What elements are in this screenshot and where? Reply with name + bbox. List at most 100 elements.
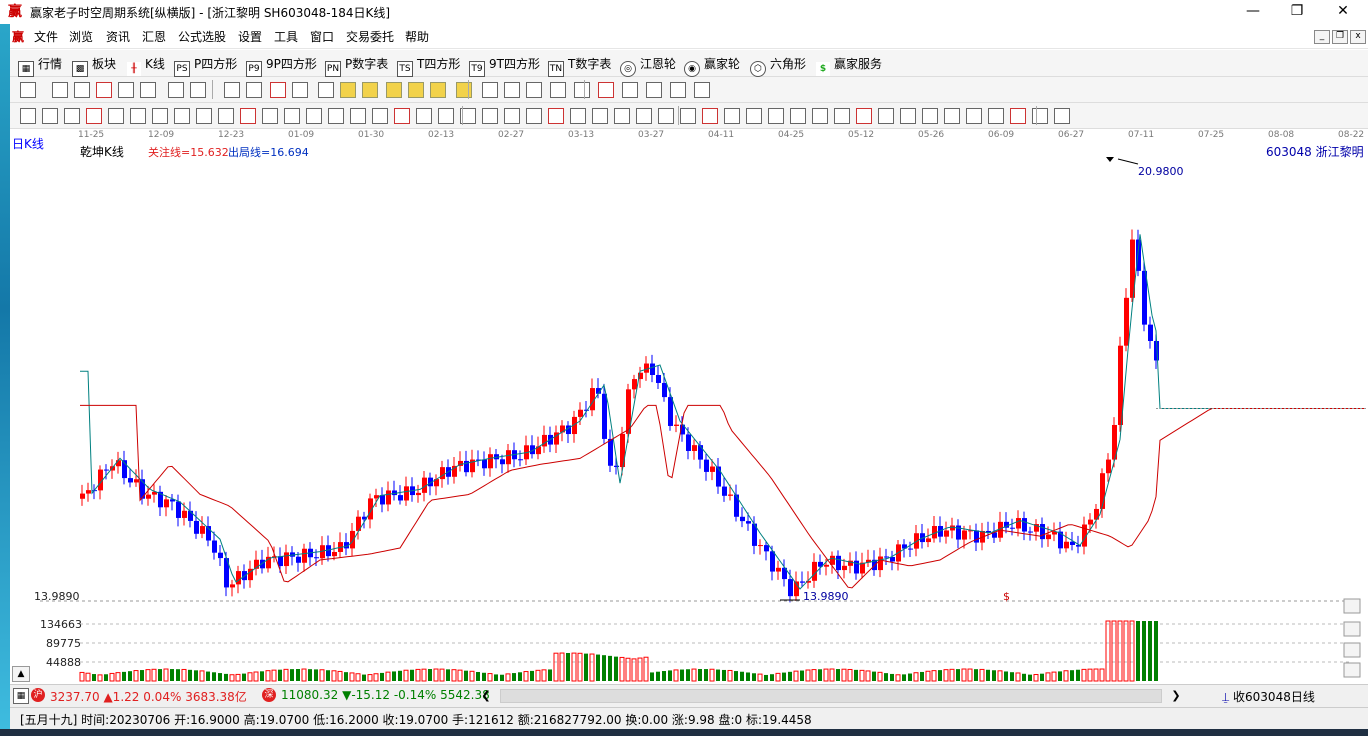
calendar-icon[interactable] xyxy=(574,82,590,98)
diamond-right-icon[interactable] xyxy=(408,82,424,98)
bar-icon[interactable] xyxy=(118,82,134,98)
zoom-icon[interactable] xyxy=(52,82,68,98)
restore-button[interactable]: ❐ xyxy=(1274,0,1320,24)
tool-34-icon[interactable] xyxy=(768,108,784,124)
tool-13-icon[interactable] xyxy=(306,108,322,124)
tool-27-icon[interactable] xyxy=(614,108,630,124)
toolbar-winner-wheel[interactable]: ◉ 赢家轮 xyxy=(684,55,740,77)
tool-6-icon[interactable] xyxy=(152,108,168,124)
select-icon[interactable] xyxy=(140,82,156,98)
period-label[interactable]: 日K线 xyxy=(12,135,44,152)
toolbar-t-square[interactable]: TS T四方形 xyxy=(397,55,460,77)
tool-39-icon[interactable] xyxy=(878,108,894,124)
tool-17-icon[interactable] xyxy=(394,108,410,124)
tool-26-icon[interactable] xyxy=(592,108,608,124)
toolbar-p-table[interactable]: PN P数字表 xyxy=(325,55,388,77)
scroll-right-icon[interactable]: ❯ xyxy=(1170,689,1182,702)
chart-type-icon[interactable] xyxy=(20,82,36,98)
tool-31-icon[interactable] xyxy=(702,108,718,124)
tool-32-icon[interactable] xyxy=(724,108,740,124)
tool-8-icon[interactable] xyxy=(196,108,212,124)
tool-22-icon[interactable] xyxy=(504,108,520,124)
tag-icon[interactable] xyxy=(526,82,542,98)
toolbar-hexagon[interactable]: ⬡ 六角形 xyxy=(750,55,806,77)
close-button[interactable]: ✕ xyxy=(1320,0,1366,24)
menu-browse[interactable]: 浏览 xyxy=(69,28,93,45)
tool-21-icon[interactable] xyxy=(482,108,498,124)
tool-16-icon[interactable] xyxy=(372,108,388,124)
hand-icon[interactable] xyxy=(456,82,472,98)
export-icon[interactable] xyxy=(694,82,710,98)
diamond-down-icon[interactable] xyxy=(362,82,378,98)
tool-0-icon[interactable] xyxy=(20,108,36,124)
save-icon[interactable] xyxy=(646,82,662,98)
toolbar-gann-wheel[interactable]: ◎ 江恩轮 xyxy=(620,55,676,77)
tool-18-icon[interactable] xyxy=(416,108,432,124)
calc-icon[interactable] xyxy=(598,82,614,98)
tool-36-icon[interactable] xyxy=(812,108,828,124)
document-icon[interactable] xyxy=(74,82,90,98)
menu-tools[interactable]: 工具 xyxy=(274,28,298,45)
mdi-close-button[interactable]: x xyxy=(1350,30,1366,44)
scroll-up-icon[interactable]: ▲ xyxy=(12,666,30,682)
tool-4-icon[interactable] xyxy=(108,108,124,124)
tool-25-icon[interactable] xyxy=(570,108,586,124)
toolbar-9t-square[interactable]: T9 9T四方形 xyxy=(469,55,540,77)
toolbar-winner-service[interactable]: $ 赢家服务 xyxy=(816,55,882,76)
tool-12-icon[interactable] xyxy=(284,108,300,124)
tool-47-icon[interactable] xyxy=(1054,108,1070,124)
current-period[interactable]: ⍊ 收603048日线 xyxy=(1222,688,1315,705)
tool-3-icon[interactable] xyxy=(86,108,102,124)
candle-icon[interactable] xyxy=(96,82,112,98)
toolbar-t-table[interactable]: TN T数字表 xyxy=(548,55,611,77)
tool-37-icon[interactable] xyxy=(834,108,850,124)
compare-icon[interactable] xyxy=(504,82,520,98)
tool-43-icon[interactable] xyxy=(966,108,982,124)
minimize-button[interactable]: — xyxy=(1230,0,1276,24)
first-icon[interactable] xyxy=(224,82,240,98)
menu-window[interactable]: 窗口 xyxy=(310,28,334,45)
tool-10-icon[interactable] xyxy=(240,108,256,124)
tool-30-icon[interactable] xyxy=(680,108,696,124)
tool-35-icon[interactable] xyxy=(790,108,806,124)
toolbar-quotes[interactable]: ▦ 行情 xyxy=(18,55,62,77)
toolbar-p-square[interactable]: PS P四方形 xyxy=(174,55,237,77)
tool-40-icon[interactable] xyxy=(900,108,916,124)
print-icon[interactable] xyxy=(622,82,638,98)
tool-42-icon[interactable] xyxy=(944,108,960,124)
menu-help[interactable]: 帮助 xyxy=(405,28,429,45)
last-icon[interactable] xyxy=(246,82,262,98)
next-icon[interactable] xyxy=(292,82,308,98)
diamond-left-icon[interactable] xyxy=(386,82,402,98)
crosshair-icon[interactable] xyxy=(482,82,498,98)
mdi-restore-button[interactable]: ❐ xyxy=(1332,30,1348,44)
tool-23-icon[interactable] xyxy=(526,108,542,124)
menu-file[interactable]: 文件 xyxy=(34,28,58,45)
tool-45-icon[interactable] xyxy=(1010,108,1026,124)
sh-index[interactable]: 3237.70 ▲1.22 0.04% 3683.38亿 xyxy=(50,688,247,705)
chart-area[interactable] xyxy=(10,129,1368,682)
table-icon[interactable]: ▦ xyxy=(13,688,29,704)
copy-icon[interactable] xyxy=(670,82,686,98)
horizontal-scrollbar[interactable] xyxy=(500,689,1162,703)
diamond-up-icon[interactable] xyxy=(318,82,334,98)
menu-huien[interactable]: 汇恩 xyxy=(142,28,166,45)
stop-icon[interactable] xyxy=(168,82,184,98)
sz-index[interactable]: 11080.32 ▼-15.12 -0.14% 5542.38 xyxy=(281,688,490,702)
tool-19-icon[interactable] xyxy=(438,108,454,124)
tool-5-icon[interactable] xyxy=(130,108,146,124)
tool-33-icon[interactable] xyxy=(746,108,762,124)
tool-11-icon[interactable] xyxy=(262,108,278,124)
tool-24-icon[interactable] xyxy=(548,108,564,124)
tool-14-icon[interactable] xyxy=(328,108,344,124)
tool-15-icon[interactable] xyxy=(350,108,366,124)
toolbar-9p-square[interactable]: P9 9P四方形 xyxy=(246,55,317,77)
toolbar-sectors[interactable]: ▩ 板块 xyxy=(72,55,116,77)
tool-2-icon[interactable] xyxy=(64,108,80,124)
mdi-minimize-button[interactable]: _ xyxy=(1314,30,1330,44)
tool-28-icon[interactable] xyxy=(636,108,652,124)
menu-trade[interactable]: 交易委托 xyxy=(346,28,394,45)
menu-info[interactable]: 资讯 xyxy=(106,28,130,45)
menu-formula-pick[interactable]: 公式选股 xyxy=(178,28,226,45)
prev-icon[interactable] xyxy=(270,82,286,98)
